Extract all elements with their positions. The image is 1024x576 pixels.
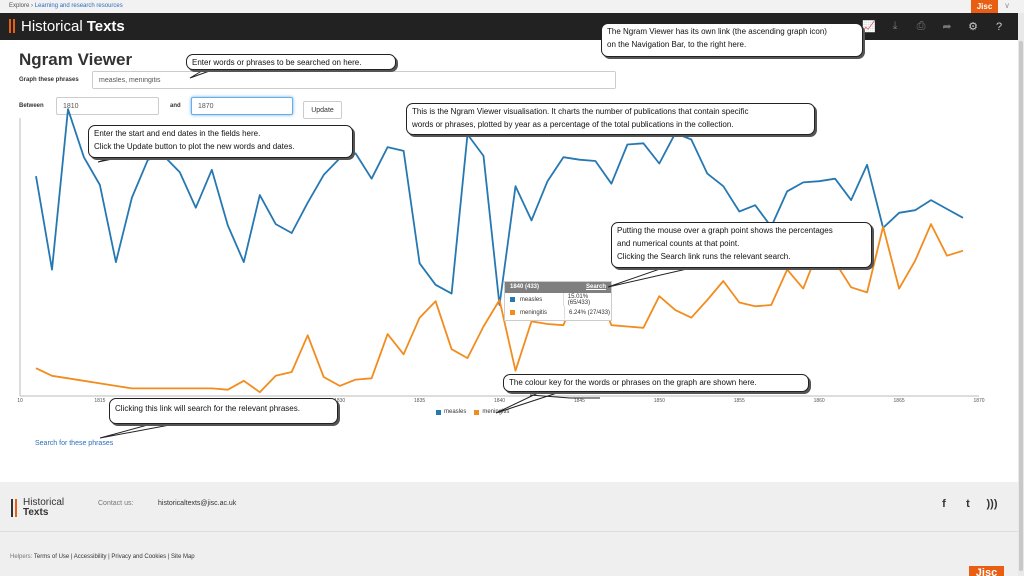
tooltip-series-name: measles bbox=[519, 296, 543, 303]
social-links: f t ))) bbox=[932, 498, 1004, 510]
legend-label: meningitis bbox=[482, 409, 510, 415]
tooltip-series-value: 15.01% (65/433) bbox=[567, 293, 591, 306]
scrollbar[interactable] bbox=[1018, 13, 1024, 576]
x-tick-label: 1865 bbox=[894, 398, 905, 404]
helpers-link-list[interactable]: Terms of Use | Accessibility | Privacy a… bbox=[34, 554, 195, 560]
tooltip-series-name: meningitis bbox=[520, 309, 548, 316]
jisc-footer-logo[interactable]: Jisc bbox=[969, 566, 1004, 576]
tooltip-divider bbox=[564, 306, 565, 319]
callout-line: and numerical counts at that point. bbox=[617, 239, 740, 248]
ngram-chart: 1018151820182518301835184018451850185518… bbox=[17, 108, 985, 404]
twitter-icon[interactable]: t bbox=[956, 498, 980, 510]
rss-icon[interactable]: ))) bbox=[980, 498, 1004, 510]
tooltip-search-link[interactable]: Search bbox=[586, 282, 606, 293]
legend-label: measles bbox=[444, 409, 467, 415]
x-tick-label: 1855 bbox=[734, 398, 745, 404]
callout-line: Enter the start and end dates in the fie… bbox=[94, 129, 261, 138]
callout-line: words or phrases, plotted by year as a p… bbox=[412, 120, 734, 129]
helpers-links: Helpers: Terms of Use | Accessibility | … bbox=[10, 554, 195, 560]
tooltip-row: measles 15.01% (65/433) bbox=[505, 293, 611, 306]
callout-line: Click the Update button to plot the new … bbox=[94, 142, 295, 151]
x-tick-label: 1845 bbox=[574, 398, 585, 404]
tooltip-meningitis-swatch bbox=[510, 310, 515, 315]
x-tick-label: 1870 bbox=[973, 398, 984, 404]
chart-legend: measles meningitis bbox=[436, 409, 517, 415]
callout-colour-key: The colour key for the words or phrases … bbox=[503, 374, 809, 392]
footer-logo-text: Historical Texts bbox=[23, 498, 64, 518]
chart-tooltip: 1840 (433) Search measles 15.01% (65/433… bbox=[504, 281, 612, 321]
callout-line: This is the Ngram Viewer visualisation. … bbox=[412, 107, 749, 116]
legend-swatch bbox=[436, 409, 441, 415]
tooltip-header: 1840 (433) Search bbox=[505, 282, 611, 293]
callout-enter-words: Enter words or phrases to be searched on… bbox=[186, 54, 396, 70]
x-tick-label: 1815 bbox=[94, 398, 105, 404]
tooltip-year: 1840 (433) bbox=[510, 284, 540, 290]
tooltip-row: meningitis 6.24% (27/433) bbox=[505, 306, 611, 319]
legend-swatch bbox=[474, 409, 480, 415]
callout-line: on the Navigation Bar, to the right here… bbox=[607, 40, 747, 49]
x-tick-label: 1860 bbox=[814, 398, 825, 404]
callout-line: Clicking this link will search for the r… bbox=[115, 404, 300, 413]
footer-divider bbox=[0, 531, 1018, 532]
tooltip-series-value: 6.24% (27/433) bbox=[569, 309, 611, 316]
legend-item-meningitis[interactable]: meningitis bbox=[474, 409, 509, 415]
tooltip-measles-swatch bbox=[510, 297, 515, 302]
callout-line: Enter words or phrases to be searched on… bbox=[192, 58, 362, 67]
callout-line: The colour key for the words or phrases … bbox=[509, 378, 757, 387]
callout-line: Clicking the Search link runs the releva… bbox=[617, 252, 791, 261]
legend-item-measles[interactable]: measles bbox=[436, 409, 466, 415]
callout-line: Putting the mouse over a graph point sho… bbox=[617, 226, 833, 235]
x-tick-label: 1840 bbox=[494, 398, 505, 404]
x-tick-label: 1835 bbox=[414, 398, 425, 404]
scrollbar-thumb[interactable] bbox=[1019, 41, 1023, 571]
callout-dates: Enter the start and end dates in the fie… bbox=[88, 125, 353, 158]
search-phrases-link[interactable]: Search for these phrases bbox=[35, 440, 113, 447]
contact-email-link[interactable]: historicaltexts@jisc.ac.uk bbox=[158, 500, 236, 507]
footer-logo-bottom: Texts bbox=[23, 507, 49, 518]
footer-logo[interactable]: Historical Texts bbox=[11, 498, 64, 518]
callout-line: The Ngram Viewer has its own link (the a… bbox=[607, 27, 827, 36]
x-tick-label: 10 bbox=[17, 398, 23, 404]
footer-logo-mark-icon bbox=[11, 499, 19, 517]
x-tick-label: 1850 bbox=[654, 398, 665, 404]
callout-hover: Putting the mouse over a graph point sho… bbox=[611, 222, 872, 268]
facebook-icon[interactable]: f bbox=[932, 498, 956, 510]
callout-search-link: Clicking this link will search for the r… bbox=[109, 398, 338, 424]
callout-nav-link: The Ngram Viewer has its own link (the a… bbox=[601, 23, 863, 57]
contact-label: Contact us: bbox=[98, 500, 134, 507]
tooltip-divider bbox=[562, 293, 564, 306]
callout-visualisation: This is the Ngram Viewer visualisation. … bbox=[406, 103, 815, 135]
helpers-label: Helpers: bbox=[10, 554, 33, 560]
footer: Historical Texts Contact us: historicalt… bbox=[0, 482, 1018, 576]
